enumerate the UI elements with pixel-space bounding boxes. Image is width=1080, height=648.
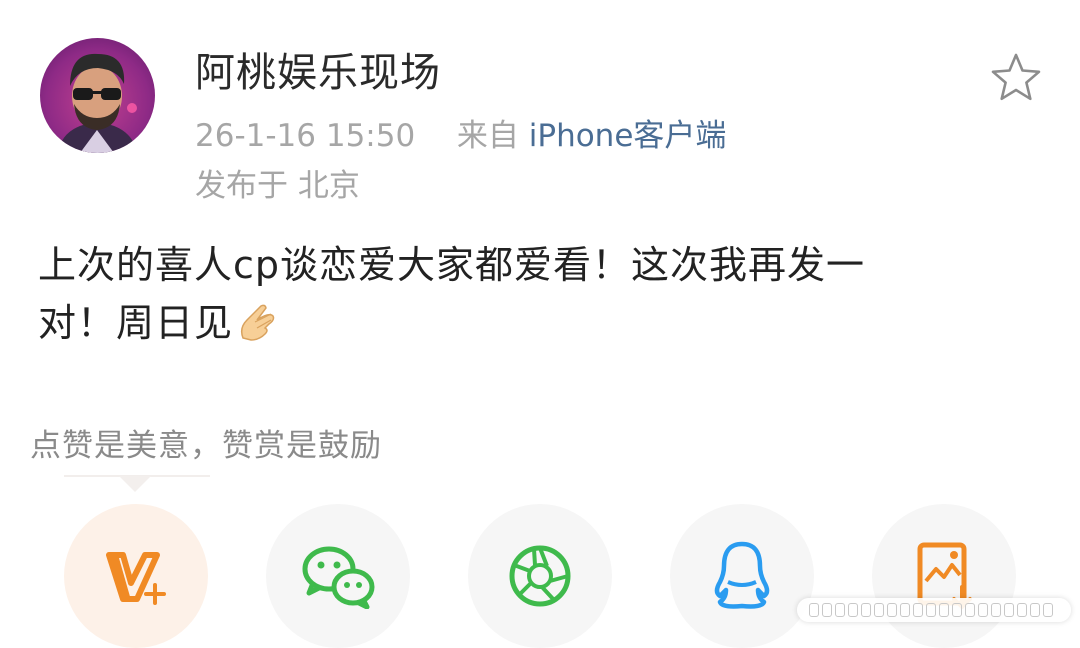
share-qq-button[interactable] (670, 504, 814, 648)
vip-reward-button[interactable] (64, 504, 208, 648)
location-name: 北京 (297, 168, 360, 204)
post-text-line-1: 上次的喜人cp谈恋爱大家都爱看！这次我再发一 (38, 243, 866, 287)
scroll-tick (822, 603, 832, 617)
share-wechat-button[interactable] (266, 504, 410, 648)
wechat-icon (302, 546, 375, 609)
scroll-tick (1017, 603, 1027, 617)
scroll-tick (1004, 603, 1014, 617)
avatar-image (58, 53, 137, 153)
post-text-line-2: 对！周日见 (38, 301, 234, 345)
scroll-tick (874, 603, 884, 617)
post-timestamp: 26-1-16 15:50 (195, 118, 416, 154)
praying-hands-emoji-icon (235, 300, 279, 358)
vip-reward-icon (106, 552, 166, 605)
scroll-tick (965, 603, 975, 617)
scroll-tick (809, 603, 819, 617)
post-location: 发布于 北京 (195, 160, 360, 205)
scroll-tick (913, 603, 923, 617)
scroll-tick (952, 603, 962, 617)
scroll-tick (900, 603, 910, 617)
scroll-tick (991, 603, 1001, 617)
share-moments-button[interactable] (468, 504, 612, 648)
post-meta: 26-1-16 15:50 来自 iPhone客户端 (195, 110, 726, 155)
author-name[interactable]: 阿桃娱乐现场 (195, 40, 441, 98)
qq-icon (714, 541, 770, 609)
source-prefix: 来自 (456, 118, 519, 154)
location-prefix: 发布于 (195, 168, 288, 204)
author-avatar[interactable] (40, 38, 155, 153)
save-image-button[interactable] (872, 504, 1016, 648)
scroll-tick (835, 603, 845, 617)
source-client-link[interactable]: iPhone客户端 (529, 118, 727, 154)
scroll-tick (861, 603, 871, 617)
reward-note: 点赞是美意，赞赏是鼓励 (30, 428, 382, 464)
moments-icon (509, 545, 571, 607)
scroll-tick (1030, 603, 1040, 617)
scroll-tick (926, 603, 936, 617)
scroll-tick (1043, 603, 1053, 617)
page-scroll-indicator[interactable] (797, 598, 1071, 622)
scroll-tick (887, 603, 897, 617)
scroll-tick (848, 603, 858, 617)
reward-caret (119, 476, 151, 492)
post-text-line-2-wrap: 对！周日见 (38, 294, 1038, 358)
favorite-star-icon[interactable] (990, 52, 1042, 102)
scroll-tick (978, 603, 988, 617)
post-body: 上次的喜人cp谈恋爱大家都爱看！这次我再发一 对！周日见 (38, 236, 1038, 358)
scroll-tick (939, 603, 949, 617)
